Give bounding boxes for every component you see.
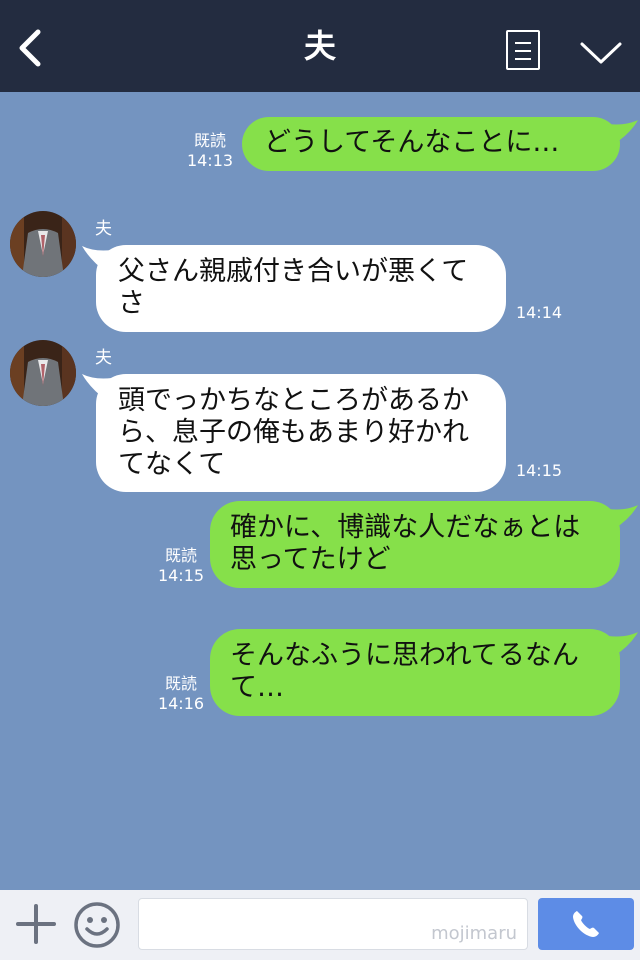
message-bubble: どうしてそんなことに… [242, 117, 620, 171]
message-bubble: 父さん親戚付き合いが悪くてさ [96, 245, 506, 332]
bubble-tail [608, 632, 638, 656]
plus-icon[interactable] [14, 902, 58, 946]
call-button[interactable] [538, 898, 634, 950]
chevron-down-icon[interactable] [578, 40, 624, 66]
phone-icon [573, 911, 599, 937]
chat-header: 夫 [0, 0, 640, 92]
message-time: 14:16 [157, 694, 205, 713]
message-meta: 既読 14:13 [186, 131, 234, 171]
avatar-image [10, 340, 76, 406]
avatar [10, 211, 76, 277]
message-bubble: 頭でっかちなところがあるから、息子の俺もあまり好かれてなくて [96, 374, 506, 492]
message-input[interactable]: mojimaru [138, 898, 528, 950]
avatar [10, 340, 76, 406]
read-receipt: 既読 [164, 546, 197, 565]
message-bubble: そんなふうに思われてるなんて… [210, 629, 620, 716]
message-time: 14:13 [186, 151, 234, 170]
sender-name: 夫 [95, 348, 112, 368]
read-receipt: 既読 [164, 674, 197, 693]
message-time: 14:14 [515, 303, 563, 322]
back-arrow-icon[interactable] [12, 26, 52, 70]
read-receipt: 既読 [193, 131, 226, 150]
message-bubble: 確かに、博識な人だなぁとは思ってたけど [210, 501, 620, 588]
chat-title: 夫 [303, 27, 336, 65]
smile-icon[interactable] [72, 900, 122, 950]
message-meta: 既読 14:15 [156, 546, 206, 586]
message-time: 14:15 [515, 461, 563, 480]
menu-icon[interactable] [506, 30, 540, 70]
avatar-image [10, 211, 76, 277]
watermark: mojimaru [431, 923, 517, 944]
message-meta: 既読 14:16 [156, 674, 206, 714]
sender-name: 夫 [95, 219, 112, 239]
bubble-tail [608, 505, 638, 529]
bubble-tail [608, 120, 638, 144]
message-time: 14:15 [157, 566, 205, 585]
